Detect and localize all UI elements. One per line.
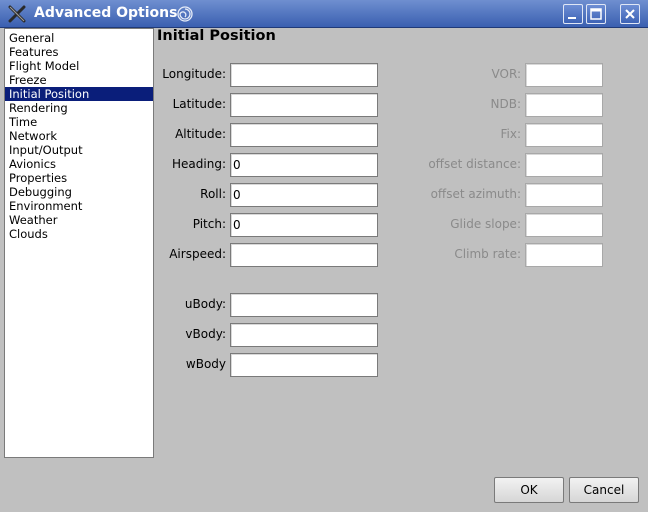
sidebar-item-input-output[interactable]: Input/Output <box>5 143 153 157</box>
pitch-label: Pitch: <box>192 217 226 231</box>
latitude-field[interactable] <box>230 93 378 117</box>
fix-label: Fix: <box>500 127 521 141</box>
roll-field[interactable] <box>230 183 378 207</box>
sidebar-item-features[interactable]: Features <box>5 45 153 59</box>
sidebar-item-environment[interactable]: Environment <box>5 199 153 213</box>
ubody-field[interactable] <box>230 293 378 317</box>
sidebar-item-time[interactable]: Time <box>5 115 153 129</box>
ok-button[interactable]: OK <box>494 477 564 503</box>
longitude-field[interactable] <box>230 63 378 87</box>
sidebar-item-debugging[interactable]: Debugging <box>5 185 153 199</box>
sidebar-item-general[interactable]: General <box>5 31 153 45</box>
climb-rate-label: Climb rate: <box>454 247 521 261</box>
longitude-label: Longitude: <box>162 67 226 81</box>
window-title: Advanced Options <box>34 5 178 21</box>
minimize-button[interactable] <box>563 4 583 24</box>
glide-slope-label: Glide slope: <box>450 217 521 231</box>
latitude-label: Latitude: <box>172 97 226 111</box>
wbody-label: wBody <box>185 357 226 371</box>
sidebar-item-avionics[interactable]: Avionics <box>5 157 153 171</box>
title-bar[interactable]: Advanced Options <box>0 0 648 28</box>
sidebar-item-network[interactable]: Network <box>5 129 153 143</box>
climb-rate-field <box>525 243 603 267</box>
sidebar-item-freeze[interactable]: Freeze <box>5 73 153 87</box>
sidebar-item-weather[interactable]: Weather <box>5 213 153 227</box>
ubody-label: uBody: <box>184 297 226 311</box>
sidebar-item-properties[interactable]: Properties <box>5 171 153 185</box>
sidebar-item-flight-model[interactable]: Flight Model <box>5 59 153 73</box>
sidebar-item-initial-position[interactable]: Initial Position <box>5 87 153 101</box>
category-list-items: General Features Flight Model Freeze Initial… <box>5 29 153 241</box>
glide-slope-field <box>525 213 603 237</box>
vbody-label: vBody: <box>185 327 226 341</box>
offset-azimuth-field <box>525 183 603 207</box>
altitude-field[interactable] <box>230 123 378 147</box>
minimize-icon <box>568 17 576 19</box>
swirl-icon <box>176 5 194 23</box>
ndb-field <box>525 93 603 117</box>
category-list[interactable]: General Features Flight Model Freeze Initial… <box>4 28 154 458</box>
close-button[interactable] <box>620 4 640 24</box>
maximize-icon <box>590 8 602 20</box>
close-icon <box>625 9 635 19</box>
vor-field <box>525 63 603 87</box>
roll-label: Roll: <box>200 187 226 201</box>
ndb-label: NDB: <box>490 97 522 111</box>
sidebar-item-rendering[interactable]: Rendering <box>5 101 153 115</box>
fix-field <box>525 123 603 147</box>
wbody-field[interactable] <box>230 353 378 377</box>
maximize-button[interactable] <box>586 4 606 24</box>
pitch-field[interactable] <box>230 213 378 237</box>
vbody-field[interactable] <box>230 323 378 347</box>
sidebar-item-clouds[interactable]: Clouds <box>5 227 153 241</box>
offset-azimuth-label: offset azimuth: <box>430 187 521 201</box>
airspeed-field[interactable] <box>230 243 378 267</box>
heading-label: Heading: <box>172 157 226 171</box>
heading-field[interactable] <box>230 153 378 177</box>
offset-distance-label: offset distance: <box>428 157 521 171</box>
vor-label: VOR: <box>491 67 521 81</box>
airspeed-label: Airspeed: <box>169 247 226 261</box>
section-title: Initial Position <box>157 28 276 44</box>
app-x-icon[interactable] <box>8 5 26 23</box>
cancel-button[interactable]: Cancel <box>569 477 639 503</box>
altitude-label: Altitude: <box>175 127 226 141</box>
offset-distance-field <box>525 153 603 177</box>
